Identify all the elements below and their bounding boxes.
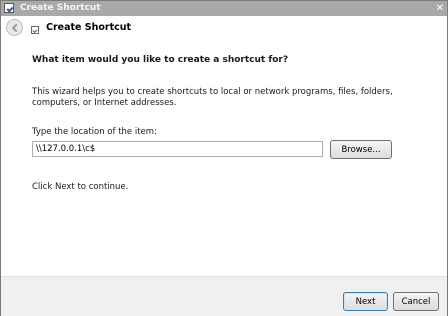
wizard-footer: Next Cancel: [1, 276, 447, 316]
next-button[interactable]: Next: [343, 292, 388, 311]
title-bar[interactable]: Create Shortcut ✕: [1, 1, 447, 16]
close-icon[interactable]: ✕: [436, 2, 444, 15]
wizard-header-title: Create Shortcut: [46, 22, 132, 33]
wizard-content: Create Shortcut What item would you like…: [1, 16, 447, 276]
cancel-button[interactable]: Cancel: [393, 292, 439, 311]
back-arrow-icon[interactable]: [6, 19, 23, 36]
location-input[interactable]: [32, 141, 323, 157]
location-label: Type the location of the item:: [32, 127, 157, 137]
continue-note: Click Next to continue.: [32, 182, 129, 192]
browse-button[interactable]: Browse...: [330, 140, 392, 159]
wizard-description: This wizard helps you to create shortcut…: [32, 87, 393, 108]
wizard-question: What item would you like to create a sho…: [32, 55, 289, 65]
window-title: Create Shortcut: [20, 3, 101, 13]
shortcut-icon: [31, 26, 39, 34]
shortcut-icon: [4, 3, 14, 13]
create-shortcut-window: Create Shortcut ✕ Create Shortcut What i…: [0, 0, 448, 316]
